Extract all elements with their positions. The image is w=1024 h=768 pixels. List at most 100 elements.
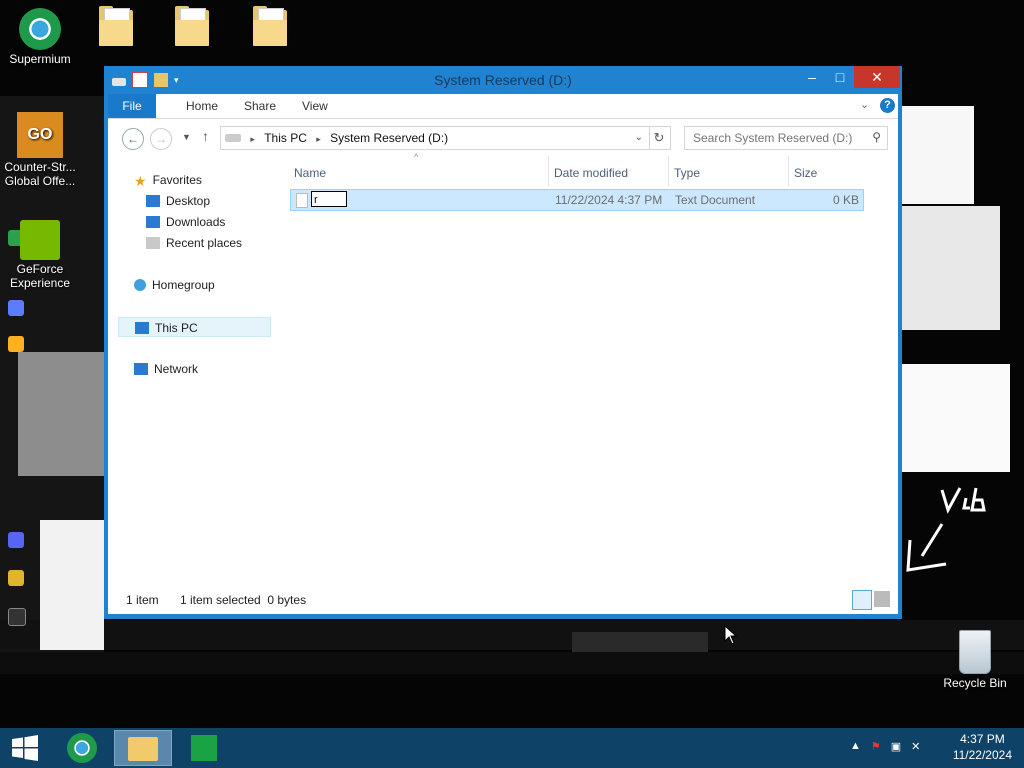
forward-button[interactable]: → — [150, 128, 172, 150]
store-icon — [191, 735, 217, 761]
nav-item-recent-places[interactable]: Recent places — [146, 233, 242, 253]
background-capture-gray — [18, 352, 104, 476]
tab-home[interactable]: Home — [174, 94, 230, 118]
sort-indicator: ^ — [414, 152, 419, 162]
title-bar[interactable]: ▾ System Reserved (D:) – □ ✕ — [104, 66, 902, 94]
desktop-folder[interactable] — [230, 6, 310, 46]
recent-places-icon — [146, 237, 160, 249]
folder-icon — [175, 6, 209, 46]
explorer-window: ▾ System Reserved (D:) – □ ✕ File Home S… — [104, 66, 902, 619]
show-hidden-icons-icon[interactable]: ▲ — [850, 740, 861, 753]
supermium-icon — [19, 8, 61, 50]
close-button[interactable]: ✕ — [854, 66, 900, 88]
clock[interactable]: 4:37 PM 11/22/2024 — [953, 731, 1012, 763]
help-icon[interactable]: ? — [880, 98, 895, 113]
desktop-icon-supermium[interactable]: Supermium — [0, 8, 80, 66]
desktop-icon-geforce[interactable]: GeForce Experience — [0, 220, 80, 290]
desktop-icon-csgo[interactable]: GO Counter-Str... Global Offe... — [0, 112, 80, 188]
up-button[interactable]: ↑ — [202, 128, 209, 144]
window-title: System Reserved (D:) — [434, 72, 572, 88]
breadcrumb-drive[interactable]: System Reserved (D:) — [330, 131, 448, 145]
volume-muted-icon[interactable]: ✕ — [911, 740, 920, 753]
desktop-icon-recycle-bin[interactable]: Recycle Bin — [935, 630, 1015, 690]
recycle-bin-icon — [959, 630, 991, 674]
app-icon — [8, 608, 26, 626]
nav-favorites[interactable]: ★ Favorites — [134, 170, 202, 190]
supermium-icon — [67, 733, 97, 763]
refresh-button[interactable]: ↻ — [648, 126, 671, 150]
address-row: ← → ▼ ↑ ▸ This PC ▸ System Reserved (D:)… — [108, 122, 898, 156]
start-button[interactable] — [4, 730, 48, 766]
window-content: File Home Share View ⌄ ? ← → ▼ ↑ ▸ This … — [108, 94, 898, 614]
file-explorer-icon — [128, 737, 158, 761]
taskbar-store[interactable] — [180, 730, 228, 766]
recent-locations-icon[interactable]: ▼ — [182, 132, 191, 142]
file-size: 0 KB — [832, 193, 859, 207]
folder-icon — [99, 6, 133, 46]
tab-view[interactable]: View — [290, 94, 340, 118]
desktop-folder[interactable] — [76, 6, 156, 46]
status-bar: 1 item 1 item selected 0 bytes — [108, 588, 898, 612]
tab-share[interactable]: Share — [232, 94, 288, 118]
nav-homegroup[interactable]: Homegroup — [134, 275, 215, 295]
expand-ribbon-icon[interactable]: ⌄ — [860, 98, 869, 111]
breadcrumb-this-pc[interactable]: This PC — [264, 131, 307, 145]
rename-field[interactable]: r — [311, 191, 347, 207]
breadcrumb-separator: ▸ — [250, 134, 255, 144]
ribbon: File Home Share View ⌄ ? — [108, 94, 898, 119]
column-date-modified[interactable]: Date modified — [554, 156, 669, 186]
search-icon[interactable]: ⚲ — [872, 130, 881, 144]
system-tray: ▲ ⚑ ▣ ✕ — [850, 740, 920, 753]
background-capture-right-2 — [902, 206, 1000, 330]
clock-time: 4:37 PM — [960, 732, 1005, 746]
address-bar[interactable]: ▸ This PC ▸ System Reserved (D:) ⌄ — [220, 126, 650, 150]
desktop-folder[interactable] — [152, 6, 232, 46]
desktop-icon — [146, 195, 160, 207]
taskbar-file-explorer[interactable] — [114, 730, 172, 766]
network-status-icon[interactable]: ▣ — [891, 740, 901, 753]
nav-item-desktop[interactable]: Desktop — [146, 191, 210, 211]
nav-label: Downloads — [166, 215, 226, 229]
details-view-icon[interactable] — [852, 590, 872, 610]
chevron-down-icon[interactable]: ⌄ — [635, 127, 643, 149]
column-size[interactable]: Size — [794, 156, 866, 186]
column-type[interactable]: Type — [674, 156, 789, 186]
file-row[interactable]: r 11/22/2024 4:37 PM Text Document 0 KB — [290, 189, 864, 211]
nav-this-pc[interactable]: This PC — [118, 317, 271, 337]
clock-date: 11/22/2024 — [952, 748, 1012, 762]
item-count: 1 item — [126, 593, 159, 607]
desktop-icon-label: Counter-Str... Global Offe... — [4, 160, 76, 188]
search-input[interactable] — [685, 127, 865, 149]
text-file-icon — [296, 193, 308, 208]
homegroup-icon — [134, 279, 146, 291]
action-center-icon[interactable]: ⚑ — [871, 740, 881, 753]
nav-label: Desktop — [166, 194, 211, 208]
breadcrumb-separator: ▸ — [316, 134, 321, 144]
network-icon — [134, 363, 148, 375]
taskbar-supermium[interactable] — [58, 730, 106, 766]
nav-network[interactable]: Network — [134, 359, 198, 379]
large-icons-view-icon[interactable] — [874, 591, 890, 607]
app-icon — [8, 570, 24, 586]
drive-icon — [225, 134, 241, 142]
nav-label: Favorites — [152, 173, 202, 187]
search-box[interactable]: ⚲ — [684, 126, 888, 150]
maximize-button[interactable]: □ — [826, 66, 854, 88]
background-capture-white — [40, 520, 104, 650]
minimize-button[interactable]: – — [798, 66, 826, 88]
handwriting-scribble — [906, 487, 986, 572]
folder-icon — [253, 6, 287, 46]
nav-item-downloads[interactable]: Downloads — [146, 212, 225, 232]
windows-logo-icon — [12, 735, 38, 761]
nav-label: Network — [154, 362, 199, 376]
background-capture-right-3 — [902, 364, 1010, 472]
back-button[interactable]: ← — [122, 128, 144, 150]
computer-icon — [135, 322, 149, 334]
app-icon — [8, 300, 24, 316]
mouse-cursor-icon — [724, 625, 738, 645]
column-name[interactable]: Name — [294, 156, 549, 186]
selection-info: 1 item selected 0 bytes — [180, 593, 307, 607]
nav-label: This PC — [155, 321, 198, 335]
star-icon: ★ — [134, 173, 147, 189]
tab-file[interactable]: File — [108, 94, 156, 118]
